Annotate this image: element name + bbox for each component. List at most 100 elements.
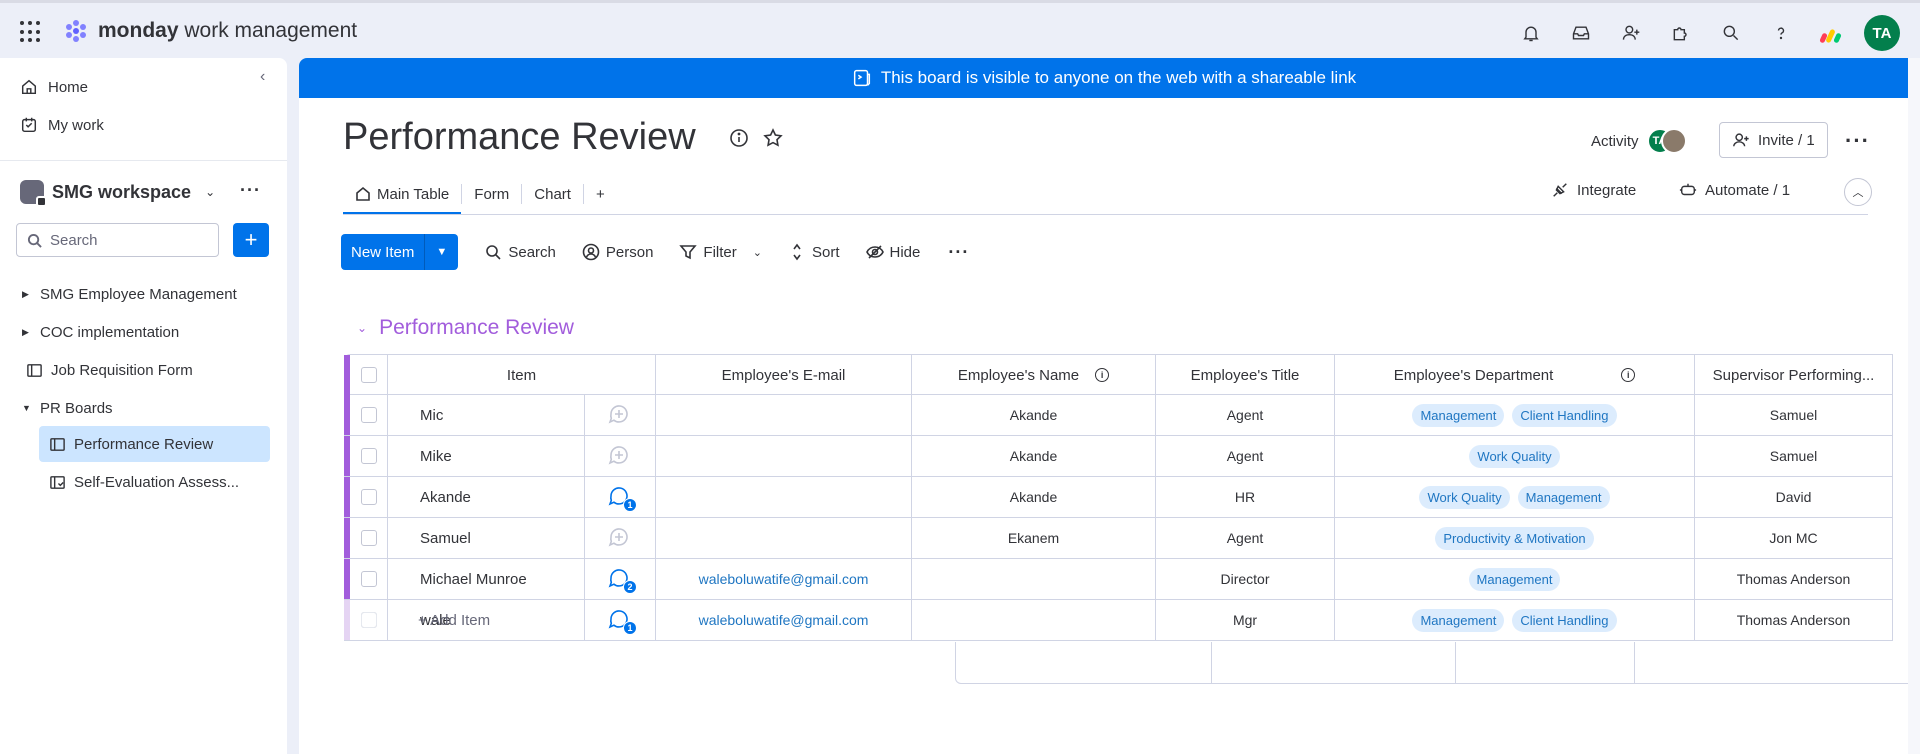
caret-down-icon[interactable]: ▼ xyxy=(22,403,32,413)
supervisor-cell[interactable]: Samuel xyxy=(1695,436,1893,476)
group-header[interactable]: ⌄ Performance Review xyxy=(357,316,574,340)
board-title[interactable]: Performance Review xyxy=(343,116,696,159)
add-item-button[interactable]: + xyxy=(233,223,269,257)
column-header-department[interactable]: Employee's Department i xyxy=(1335,355,1695,395)
sidebar-item-performance-review[interactable]: Performance Review xyxy=(39,426,270,462)
supervisor-cell[interactable]: David xyxy=(1695,477,1893,517)
title-cell[interactable]: Agent xyxy=(1156,518,1335,558)
email-cell[interactable] xyxy=(656,436,912,476)
app-switcher-icon[interactable] xyxy=(20,21,42,43)
title-cell[interactable]: Mgr xyxy=(1156,600,1335,640)
checkbox-cell[interactable] xyxy=(350,477,388,517)
person-filter-button[interactable]: Person xyxy=(582,243,653,261)
product-switcher-icon[interactable] xyxy=(1816,23,1844,44)
column-header-email[interactable]: Employee's E-mail xyxy=(656,355,912,395)
workspace-selector[interactable]: SMG workspace ⌄ xyxy=(20,180,215,207)
conversation-icon[interactable]: 2 xyxy=(607,566,637,594)
invite-members-icon[interactable] xyxy=(1616,18,1646,48)
collapse-sidebar-icon[interactable]: ‹ xyxy=(260,68,265,86)
name-cell[interactable]: Akande xyxy=(912,395,1156,435)
hide-button[interactable]: Hide xyxy=(865,243,920,261)
vertical-scrollbar[interactable] xyxy=(1908,58,1920,754)
title-cell[interactable]: Director xyxy=(1156,559,1335,599)
add-item-input[interactable]: + Add Item xyxy=(388,600,688,640)
group-title[interactable]: Performance Review xyxy=(379,316,574,340)
department-cell[interactable]: Work Quality xyxy=(1335,436,1695,476)
sidebar-item-job-requisition-form[interactable]: Job Requisition Form xyxy=(26,355,193,385)
department-cell[interactable]: Productivity & Motivation xyxy=(1335,518,1695,558)
title-cell[interactable]: HR xyxy=(1156,477,1335,517)
updates-cell[interactable] xyxy=(584,518,656,558)
checkbox-cell[interactable] xyxy=(350,518,388,558)
search-icon[interactable] xyxy=(1716,18,1746,48)
add-update-icon[interactable] xyxy=(607,402,633,428)
help-icon[interactable] xyxy=(1766,18,1796,48)
column-header-supervisor[interactable]: Supervisor Performing... xyxy=(1695,355,1893,395)
item-name-cell[interactable]: Mic xyxy=(388,395,584,435)
info-icon[interactable]: i xyxy=(1621,368,1636,382)
item-name-cell[interactable]: Mike xyxy=(388,436,584,476)
tab-main-table[interactable]: Main Table xyxy=(343,176,462,214)
select-all-cell[interactable] xyxy=(350,355,388,395)
notifications-bell-icon[interactable] xyxy=(1516,18,1546,48)
filter-button[interactable]: Filter ⌄ xyxy=(679,243,762,261)
checkbox-cell[interactable] xyxy=(350,436,388,476)
column-header-name[interactable]: Employee's Name i xyxy=(912,355,1156,395)
email-cell[interactable]: waleboluwatife@gmail.com xyxy=(656,559,912,599)
user-avatar[interactable]: TA xyxy=(1864,15,1900,51)
email-cell[interactable] xyxy=(656,395,912,435)
sidebar-item-pr-boards[interactable]: ▼ PR Boards xyxy=(22,393,113,423)
chevron-down-icon[interactable]: ⌄ xyxy=(357,321,367,335)
info-icon[interactable] xyxy=(729,128,749,148)
supervisor-cell[interactable]: Thomas Anderson xyxy=(1695,559,1893,599)
app-logo[interactable]: monday work management xyxy=(62,17,357,45)
department-cell[interactable]: Management Client Handling xyxy=(1335,600,1695,640)
row-checkbox[interactable] xyxy=(360,489,377,505)
updates-cell[interactable]: 2 xyxy=(584,559,656,599)
caret-right-icon[interactable]: ▶ xyxy=(22,327,32,338)
table-row[interactable]: Michael Munroe 2 waleboluwatife@gmail.co… xyxy=(344,559,1893,600)
inbox-icon[interactable] xyxy=(1566,18,1596,48)
email-cell[interactable] xyxy=(656,477,912,517)
sidebar-item-smg-employee-management[interactable]: ▶ SMG Employee Management xyxy=(22,279,237,309)
row-checkbox[interactable] xyxy=(360,407,377,423)
activity-button[interactable]: Activity TA xyxy=(1591,128,1687,154)
column-header-title[interactable]: Employee's Title xyxy=(1156,355,1335,395)
add-item-row[interactable]: + Add Item xyxy=(344,600,688,641)
invite-button[interactable]: Invite / 1 xyxy=(1719,122,1828,158)
checkbox-cell[interactable] xyxy=(350,395,388,435)
toolbar-more-icon[interactable]: ··· xyxy=(948,242,969,263)
name-cell[interactable]: Akande xyxy=(912,477,1156,517)
caret-right-icon[interactable]: ▶ xyxy=(22,289,32,300)
tab-form[interactable]: Form xyxy=(462,176,521,212)
add-update-icon[interactable] xyxy=(607,525,633,551)
email-cell[interactable]: waleboluwatife@gmail.com xyxy=(656,600,912,640)
apps-puzzle-icon[interactable] xyxy=(1666,18,1696,48)
name-cell[interactable] xyxy=(912,600,1156,640)
collapse-header-icon[interactable]: ︿ xyxy=(1844,178,1872,206)
add-update-icon[interactable] xyxy=(607,443,633,469)
table-row[interactable]: Mic Akande Agent Management Client Handli… xyxy=(344,395,1893,436)
new-item-button[interactable]: New Item ▼ xyxy=(341,234,459,270)
row-checkbox[interactable] xyxy=(360,448,377,464)
department-cell[interactable]: Management Client Handling xyxy=(1335,395,1695,435)
row-checkbox[interactable] xyxy=(360,571,377,587)
add-view-button[interactable]: + xyxy=(584,176,617,212)
shareable-link-banner[interactable]: This board is visible to anyone on the w… xyxy=(299,58,1908,98)
sidebar-item-coc-implementation[interactable]: ▶ COC implementation xyxy=(22,317,179,347)
board-more-icon[interactable]: ··· xyxy=(1845,128,1870,154)
chevron-down-icon[interactable]: ⌄ xyxy=(753,246,762,259)
email-link[interactable]: waleboluwatife@gmail.com xyxy=(699,612,869,628)
chevron-down-icon[interactable]: ▼ xyxy=(424,234,458,270)
conversation-icon[interactable]: 1 xyxy=(607,484,637,512)
name-cell[interactable] xyxy=(912,559,1156,599)
tab-chart[interactable]: Chart xyxy=(522,176,583,212)
info-icon[interactable]: i xyxy=(1095,368,1110,382)
name-cell[interactable]: Ekanem xyxy=(912,518,1156,558)
sidebar-item-self-evaluation[interactable]: Self-Evaluation Assess... xyxy=(49,467,239,497)
workspace-more-icon[interactable]: ··· xyxy=(240,180,261,201)
item-name-cell[interactable]: Samuel xyxy=(388,518,584,558)
email-cell[interactable] xyxy=(656,518,912,558)
row-checkbox[interactable] xyxy=(360,530,377,546)
column-header-item[interactable]: Item xyxy=(388,355,656,395)
